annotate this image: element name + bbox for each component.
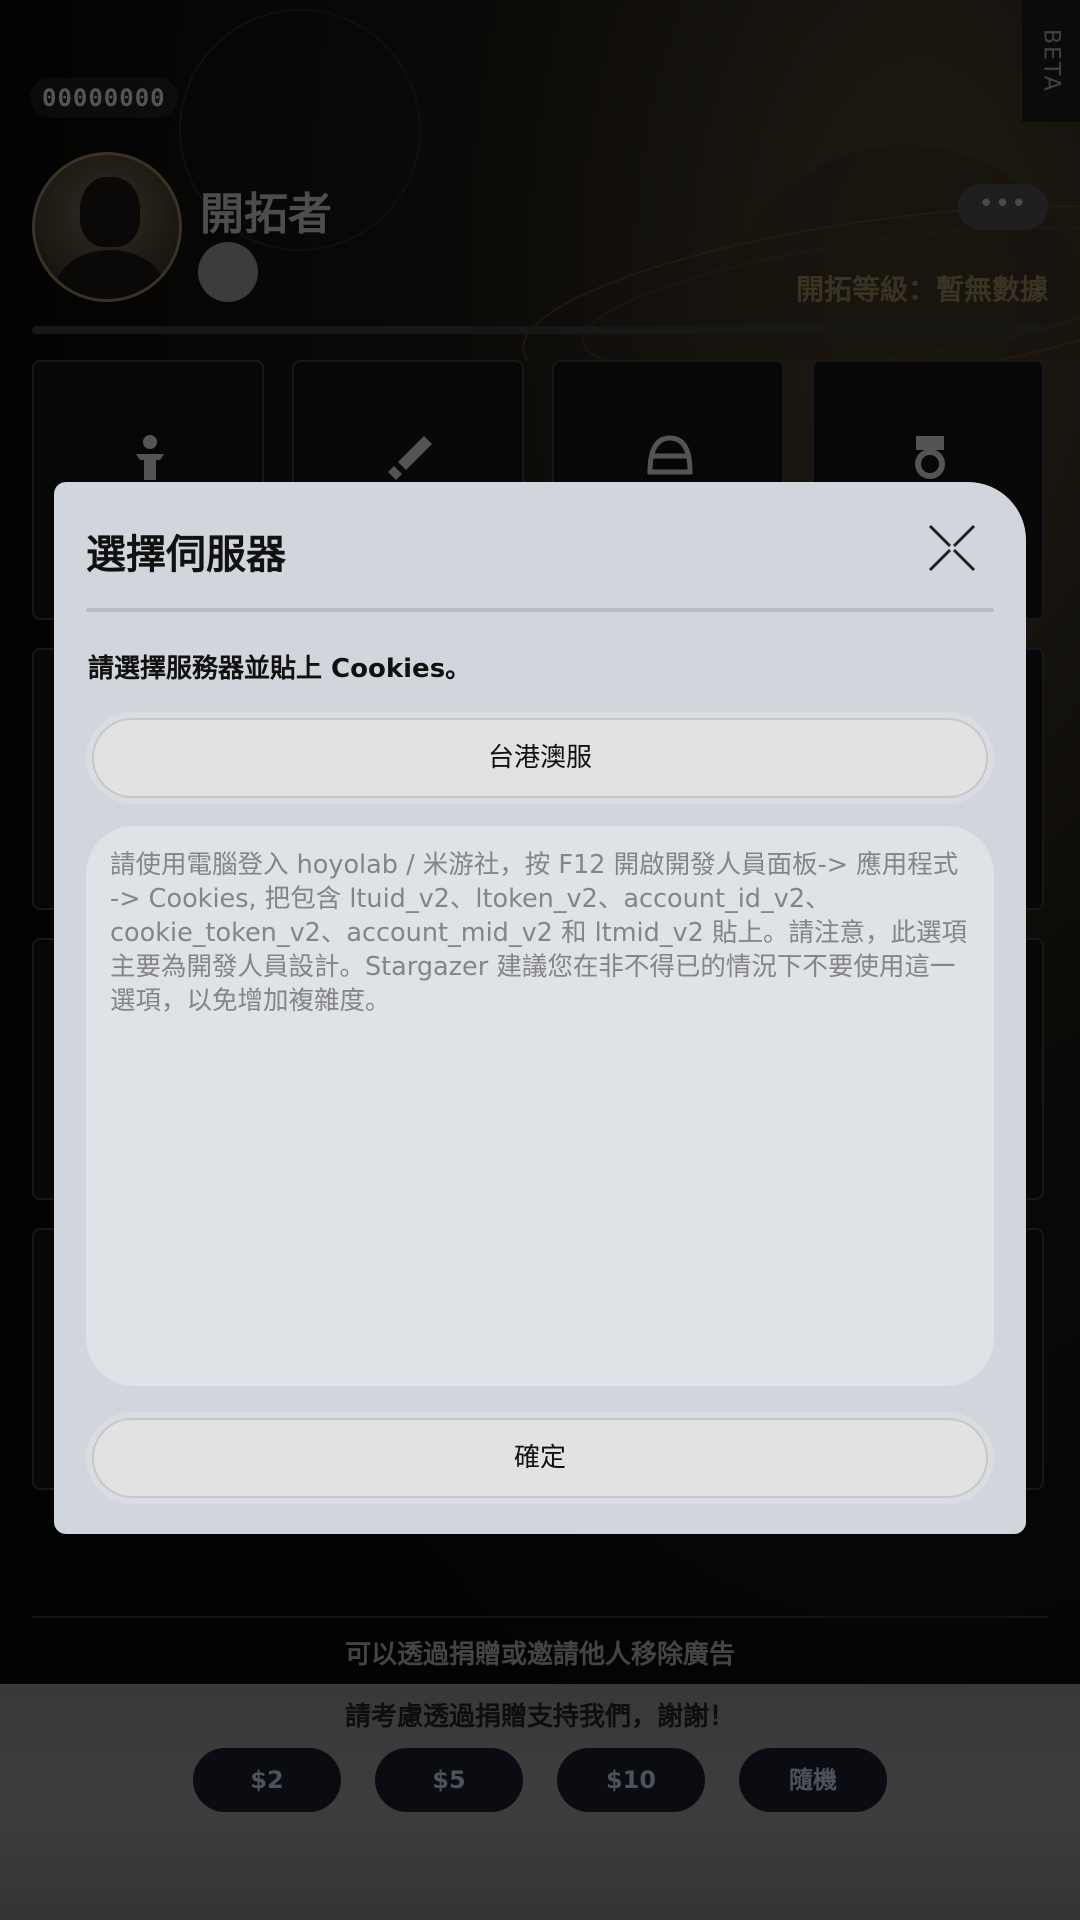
cookie-input[interactable] (86, 826, 994, 1386)
close-icon[interactable] (926, 522, 978, 574)
server-select-button[interactable]: 台港澳服 (92, 718, 988, 798)
dialog-title: 選擇伺服器 (86, 532, 286, 578)
select-server-dialog: 選擇伺服器 請選擇服務器並貼上 Cookies。 台港澳服 確定 (54, 482, 1026, 1534)
confirm-button[interactable]: 確定 (92, 1418, 988, 1498)
dialog-divider (86, 608, 994, 612)
dialog-subtitle: 請選擇服務器並貼上 Cookies。 (88, 654, 472, 684)
